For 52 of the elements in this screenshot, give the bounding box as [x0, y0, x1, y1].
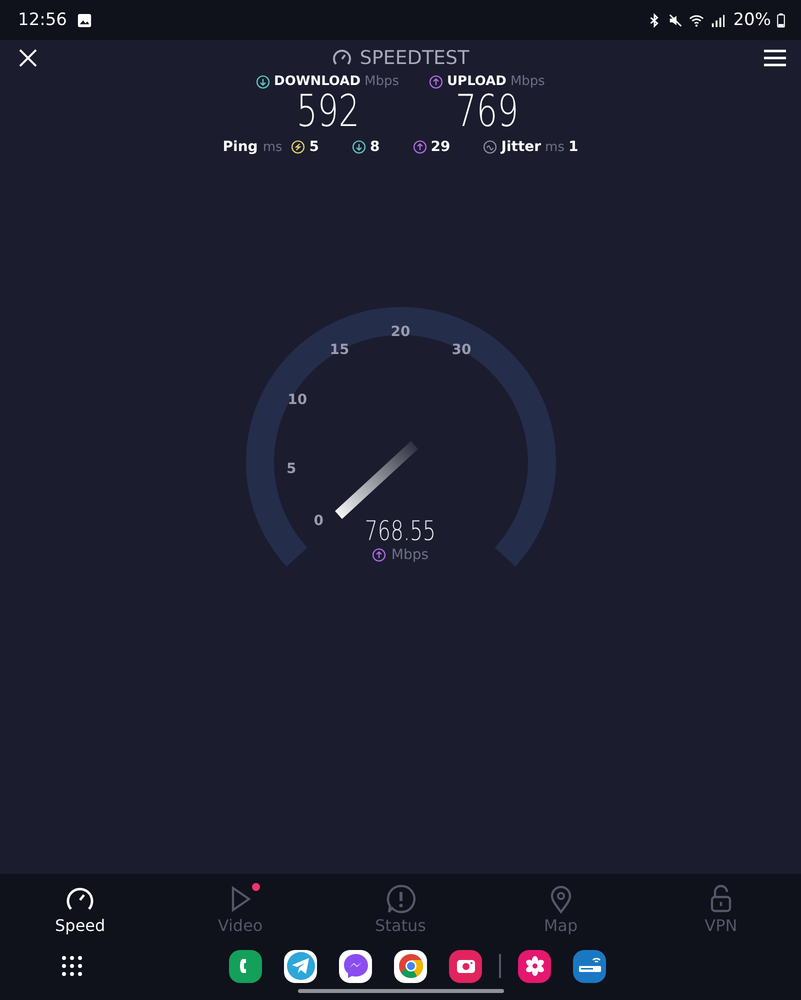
alert-icon — [386, 884, 416, 914]
ping-value: 29 — [430, 139, 450, 156]
battery-percent: 20% — [733, 10, 771, 30]
mute-icon — [668, 12, 684, 28]
browser-app-icon[interactable] — [394, 950, 427, 982]
download-icon — [256, 74, 270, 88]
scale-label: 5 — [286, 461, 296, 478]
camera-app-icon[interactable] — [449, 950, 482, 982]
wave-icon — [483, 140, 498, 154]
nav-tab[interactable]: VPN — [640, 874, 801, 944]
nav-tab[interactable]: Speed — [0, 874, 160, 944]
unit-label: ms — [545, 140, 564, 155]
ping-value: 8 — [370, 139, 380, 156]
scale-label: 20 — [390, 324, 410, 340]
paper-plane-app-icon[interactable] — [284, 950, 317, 982]
jitter-label: Jitter — [501, 139, 542, 156]
wifi-icon — [689, 12, 704, 28]
result-value: 592 — [296, 89, 359, 136]
flower-app-icon[interactable] — [518, 950, 551, 982]
nav-tab[interactable]: Map — [480, 874, 641, 944]
app-drawer-button[interactable] — [61, 955, 83, 977]
jitter-value: 1 — [568, 139, 578, 156]
unit-label: Mbps — [364, 74, 399, 89]
scale-label: 15 — [330, 342, 350, 358]
nav-tab[interactable]: Video — [160, 874, 320, 944]
clock: 12:56 — [18, 10, 67, 30]
speed-reading: 768.55 — [365, 517, 436, 547]
upload-icon — [372, 548, 386, 562]
unit-label: Mbps — [510, 74, 545, 89]
chat-bubble-app-icon[interactable] — [339, 950, 372, 982]
phone-app-icon[interactable] — [229, 950, 262, 982]
unit-label: Mbps — [391, 546, 429, 563]
upload-icon — [428, 74, 443, 88]
image-icon — [77, 12, 92, 28]
ping-value: 5 — [309, 139, 320, 156]
scale-label: 30 — [452, 342, 472, 358]
scale-label: 0 — [314, 512, 324, 529]
app-title: SPEEDTEST — [360, 47, 470, 69]
nav-tab[interactable]: Status — [320, 874, 481, 944]
lightning-icon — [291, 140, 306, 154]
battery-icon — [777, 12, 785, 28]
notification-dot — [252, 882, 260, 890]
upload-icon — [412, 140, 427, 154]
result-value: 769 — [455, 89, 518, 136]
result-label: DOWNLOAD — [274, 74, 360, 89]
router-app-icon[interactable] — [573, 950, 606, 982]
signal-icon — [710, 12, 726, 28]
scale-label: 10 — [288, 392, 308, 408]
ping-label: Ping — [222, 139, 258, 156]
unit-label: ms — [262, 140, 282, 155]
result-label: UPLOAD — [446, 74, 506, 89]
download-icon — [352, 140, 366, 154]
